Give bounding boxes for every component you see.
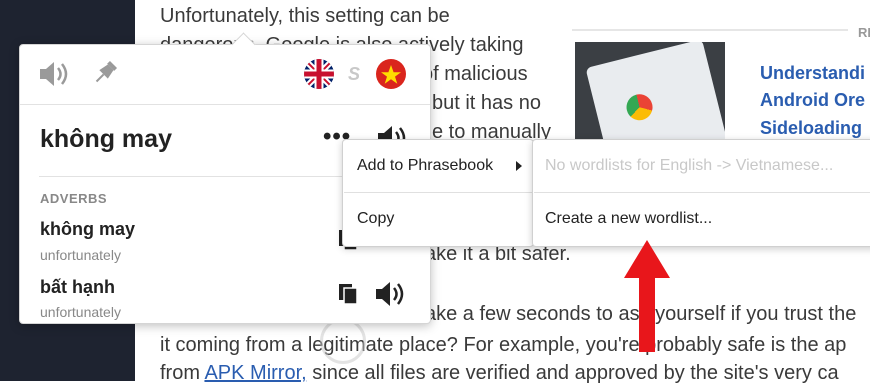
translated-word: không may: [40, 125, 172, 153]
phrasebook-submenu: No wordlists for English -> Vietnamese..…: [532, 139, 870, 247]
related-thumbnail[interactable]: [575, 42, 725, 152]
toolbar-divider: [20, 104, 430, 105]
related-title-line-1[interactable]: Understandi: [760, 63, 865, 84]
menu-separator: [344, 192, 532, 193]
submenu-arrow-icon: [516, 161, 522, 171]
related-title-line-3[interactable]: Sideloading: [760, 118, 862, 139]
watermark-logo-icon: [320, 318, 366, 364]
article-line-4: but it has no: [432, 92, 541, 114]
article-line-1: Unfortunately, this setting can be: [160, 5, 450, 27]
phone-screen-image: [585, 42, 725, 152]
speaker-icon[interactable]: [38, 59, 72, 89]
submenu-separator: [534, 192, 870, 193]
related-title-line-2[interactable]: Android Ore: [760, 90, 865, 111]
speaker-icon[interactable]: [374, 279, 408, 309]
more-options-menu: Add to Phrasebook Copy: [342, 139, 534, 247]
menu-item-add-to-phrasebook[interactable]: Add to Phrasebook: [357, 157, 493, 175]
article-line-3: of malicious: [422, 63, 528, 85]
pin-icon[interactable]: [90, 58, 120, 88]
part-of-speech-label: ADVERBS: [40, 191, 108, 206]
submenu-item-create-wordlist[interactable]: Create a new wordlist...: [545, 210, 712, 228]
chrome-logo-icon: [623, 91, 656, 123]
menu-item-copy[interactable]: Copy: [357, 210, 394, 228]
vietnam-flag-icon[interactable]: [376, 59, 406, 89]
uk-flag-icon[interactable]: [304, 59, 334, 89]
copy-icon[interactable]: [336, 281, 360, 307]
submenu-item-no-wordlists: No wordlists for English -> Vietnamese..…: [545, 157, 834, 174]
related-heading: RE: [858, 25, 870, 40]
entry-1-translation: unfortunately: [40, 247, 121, 263]
related-divider: [572, 29, 848, 31]
entry-1-word: không may: [40, 219, 136, 239]
swap-languages-icon[interactable]: S: [342, 63, 366, 85]
red-arrow-annotation-icon: [622, 240, 672, 357]
entry-2-word: bất hạnh: [40, 277, 115, 297]
article-line-8: it coming from a legitimate place? For e…: [160, 334, 847, 356]
article-line-9: from APK Mirror, since all files are ver…: [160, 359, 839, 388]
entry-2-translation: unfortunately: [40, 304, 121, 320]
